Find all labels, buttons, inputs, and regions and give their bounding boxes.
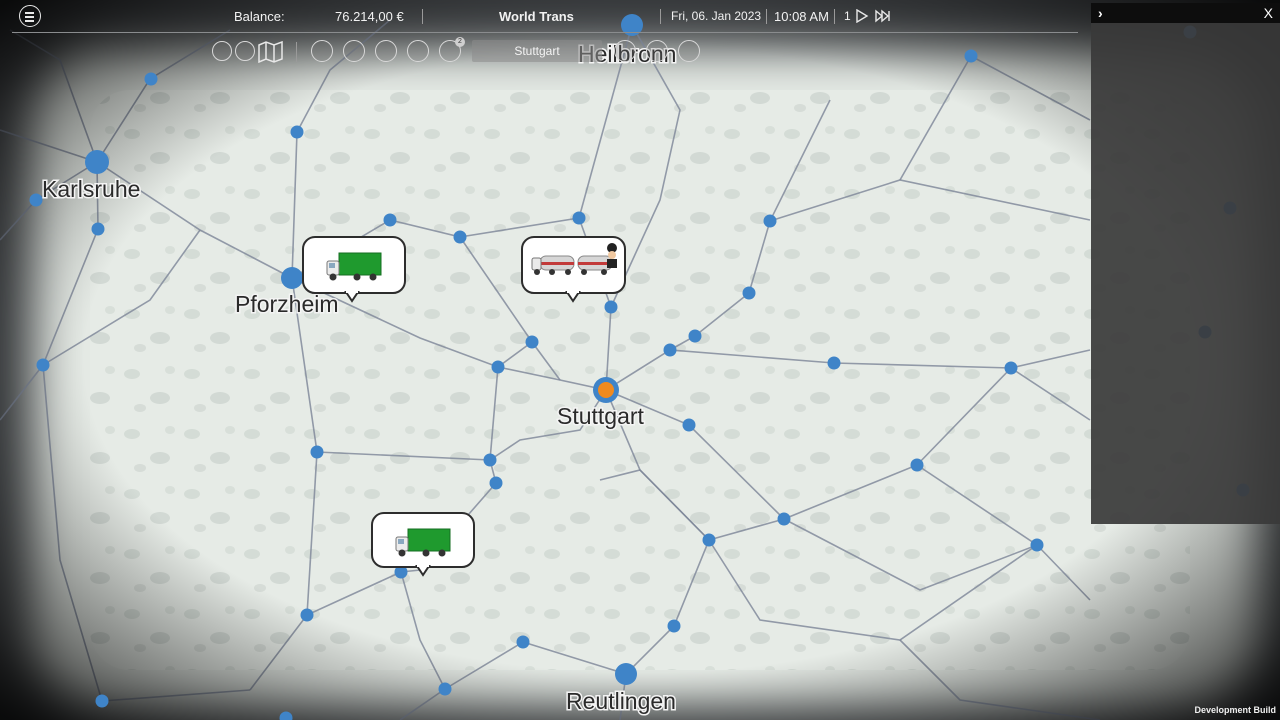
- town-marker[interactable]: [516, 635, 530, 649]
- world-map[interactable]: KarlsruhePforzheimStuttgartReutlingenHei…: [0, 0, 1280, 720]
- tools-icon[interactable]: [614, 40, 636, 62]
- chart-icon[interactable]: [235, 41, 255, 61]
- town-marker[interactable]: [29, 193, 43, 207]
- city-label: Reutlingen: [566, 688, 676, 714]
- side-panel-header: › X: [1091, 3, 1280, 23]
- vehicle-bubble[interactable]: [521, 236, 626, 303]
- city-selector[interactable]: Stuttgart: [472, 40, 602, 62]
- vehicle-bubble[interactable]: [302, 236, 406, 303]
- city-label: Stuttgart: [557, 403, 645, 429]
- town-marker[interactable]: [91, 222, 105, 236]
- divider: [422, 9, 423, 24]
- town-marker[interactable]: [1030, 538, 1044, 552]
- divider: [660, 9, 661, 24]
- town-marker[interactable]: [572, 211, 586, 225]
- balance-value: 76.214,00 €: [335, 9, 404, 24]
- chevron-right-icon[interactable]: ›: [1098, 5, 1103, 21]
- town-marker[interactable]: [910, 458, 924, 472]
- town-marker[interactable]: [702, 533, 716, 547]
- balance-label: Balance:: [234, 9, 285, 24]
- town-marker[interactable]: [667, 619, 681, 633]
- staff-icon[interactable]: [343, 40, 365, 62]
- town-marker[interactable]: [663, 343, 677, 357]
- town-marker[interactable]: [310, 445, 324, 459]
- town-marker[interactable]: [1004, 361, 1018, 375]
- town-marker[interactable]: [489, 476, 503, 490]
- map-icon[interactable]: [258, 41, 284, 63]
- time-display: 10:08 AM: [774, 9, 829, 24]
- date-display: Fri, 06. Jan 2023: [671, 9, 762, 23]
- side-panel: › X: [1091, 3, 1280, 524]
- town-marker[interactable]: [383, 213, 397, 227]
- town-marker[interactable]: [36, 358, 50, 372]
- city-marker[interactable]: [281, 267, 303, 289]
- town-marker[interactable]: [682, 418, 696, 432]
- user-icon[interactable]: [678, 40, 700, 62]
- town-marker[interactable]: [763, 214, 777, 228]
- town-marker[interactable]: [453, 230, 467, 244]
- company-name: World Trans: [499, 9, 574, 24]
- town-marker[interactable]: [604, 300, 618, 314]
- vehicle-bubble[interactable]: [371, 512, 475, 577]
- play-icon[interactable]: [855, 9, 869, 23]
- divider: [296, 42, 297, 62]
- city-label: Karlsruhe: [42, 176, 140, 202]
- city-marker[interactable]: [615, 663, 637, 685]
- selected-city-marker[interactable]: [598, 382, 614, 398]
- town-marker[interactable]: [742, 286, 756, 300]
- stats-icon[interactable]: [212, 41, 232, 61]
- town-marker[interactable]: [491, 360, 505, 374]
- fast-forward-icon[interactable]: [875, 9, 891, 23]
- dev-build-label: Development Build: [1194, 705, 1276, 715]
- contracts-icon[interactable]: [407, 40, 429, 62]
- town-marker[interactable]: [95, 694, 109, 708]
- menu-icon[interactable]: [19, 5, 41, 27]
- town-marker[interactable]: [964, 49, 978, 63]
- town-marker[interactable]: [438, 682, 452, 696]
- top-bar: Balance: 76.214,00 € World Trans Fri, 06…: [0, 0, 1090, 34]
- town-marker[interactable]: [144, 72, 158, 86]
- city-label: Pforzheim: [235, 291, 339, 317]
- shop-icon[interactable]: [646, 40, 668, 62]
- top-bar-divider: [12, 32, 1078, 33]
- town-marker[interactable]: [827, 356, 841, 370]
- bus-icon[interactable]: [375, 40, 397, 62]
- town-marker[interactable]: [290, 125, 304, 139]
- city-marker[interactable]: [85, 150, 109, 174]
- town-marker[interactable]: [300, 608, 314, 622]
- close-button[interactable]: X: [1264, 5, 1273, 21]
- finance-icon[interactable]: [311, 40, 333, 62]
- divider: [834, 9, 835, 24]
- town-marker[interactable]: [483, 453, 497, 467]
- town-marker[interactable]: [525, 335, 539, 349]
- speed-value: 1: [844, 9, 851, 23]
- town-marker[interactable]: [688, 329, 702, 343]
- divider: [766, 9, 767, 24]
- mail-badge: 2: [455, 37, 465, 47]
- town-marker[interactable]: [777, 512, 791, 526]
